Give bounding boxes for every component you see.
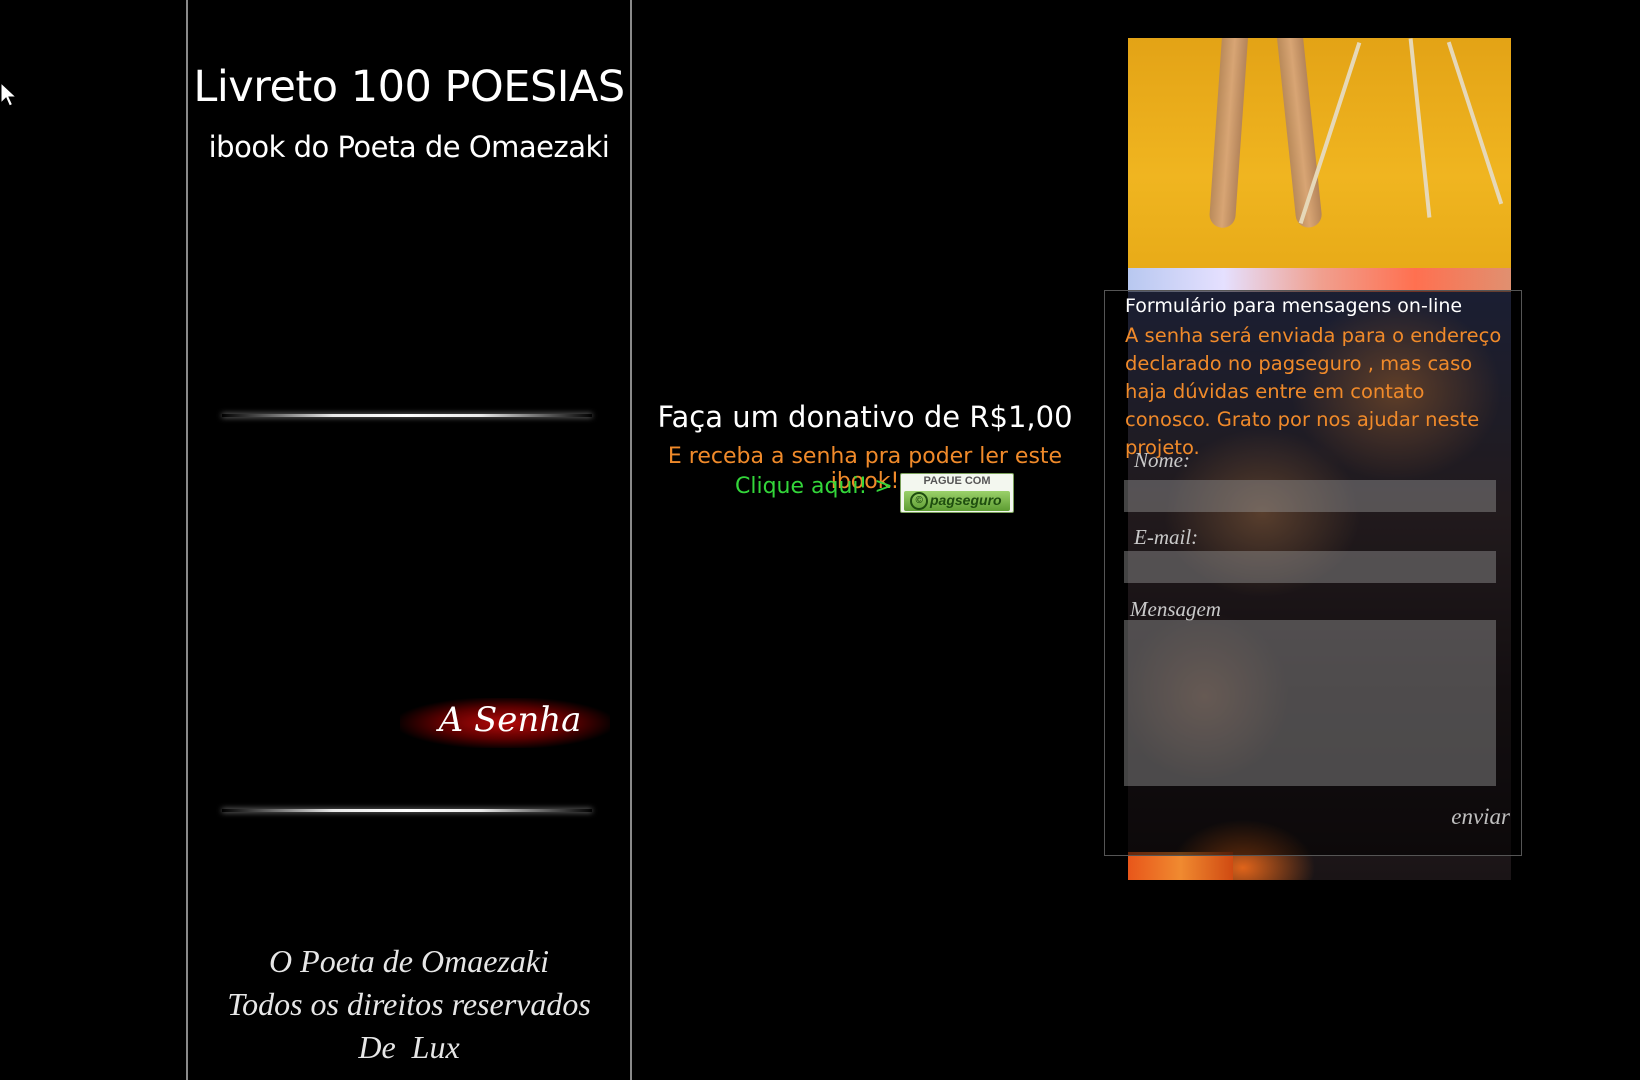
pagseguro-pay-button[interactable]: PAGUE COM © pagseguro xyxy=(900,473,1014,513)
name-field[interactable] xyxy=(1124,480,1496,512)
form-title: Formulário para mensagens on-line xyxy=(1125,295,1463,317)
photo-chair-leg xyxy=(1446,41,1504,205)
top-divider xyxy=(222,414,592,417)
photo-strip xyxy=(1128,268,1511,292)
bottom-divider xyxy=(222,809,592,812)
name-label: Nome: xyxy=(1134,448,1190,472)
message-label: Mensagem xyxy=(1130,597,1221,621)
password-link[interactable]: A Senha xyxy=(420,700,600,740)
footer-credits: O Poeta de Omaezaki Todos os direitos re… xyxy=(187,940,631,1069)
pagseguro-logo: © pagseguro xyxy=(910,492,1002,511)
pagseguro-circle-icon: © xyxy=(910,492,928,511)
legs-photo xyxy=(1128,38,1511,268)
pagseguro-logo-bar: © pagseguro xyxy=(904,491,1010,511)
photo-flame xyxy=(1128,852,1233,880)
photo-chair-leg xyxy=(1408,38,1432,218)
photo-leg-right xyxy=(1275,38,1323,229)
footer-line: O Poeta de Omaezaki xyxy=(269,943,549,979)
pay-button-label: PAGUE COM xyxy=(923,475,991,487)
form-info-text: A senha será enviada para o endereço dec… xyxy=(1125,324,1502,459)
page-subtitle: ibook do Poeta de Omaezaki xyxy=(208,130,610,164)
message-field[interactable] xyxy=(1124,620,1496,786)
email-label: E-mail: xyxy=(1134,525,1199,549)
mouse-cursor-icon xyxy=(0,82,18,107)
page-title: Livreto 100 POESIAS xyxy=(193,62,625,112)
click-here-link[interactable]: Clique aqui! > xyxy=(735,474,893,499)
email-field[interactable] xyxy=(1124,551,1496,583)
pagseguro-brand: pagseguro xyxy=(930,492,1002,508)
photo-leg-left xyxy=(1208,38,1250,229)
submit-button[interactable]: enviar xyxy=(1380,804,1510,830)
footer-line: Todos os direitos reservados xyxy=(227,986,591,1022)
footer-line: De Lux xyxy=(358,1029,460,1065)
donation-heading: Faça um donativo de R$1,00 xyxy=(657,400,1073,434)
